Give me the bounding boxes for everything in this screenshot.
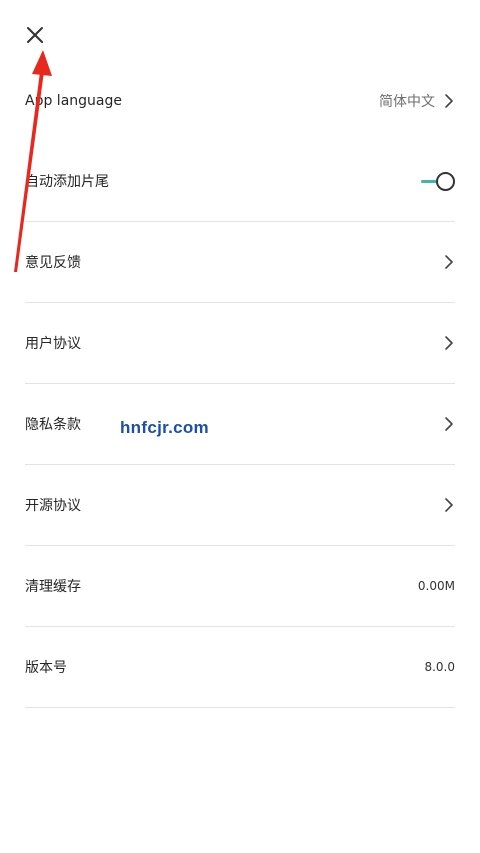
toggle-knob <box>436 172 455 191</box>
clear-cache-row[interactable]: 清理缓存 0.00M <box>25 546 455 627</box>
version-row: 版本号 8.0.0 <box>25 627 455 708</box>
chevron-right-icon <box>445 93 453 108</box>
app-language-row[interactable]: App language 简体中文 <box>25 60 455 141</box>
clear-cache-value: 0.00M <box>417 579 455 593</box>
chevron-right-icon <box>445 417 453 431</box>
clear-cache-label: 清理缓存 <box>25 579 81 595</box>
user-agreement-label: 用户协议 <box>25 336 81 352</box>
privacy-row[interactable]: 隐私条款 <box>25 384 455 465</box>
close-icon <box>27 27 43 43</box>
feedback-label: 意见反馈 <box>25 255 81 271</box>
version-label: 版本号 <box>25 660 67 676</box>
auto-outro-row: 自动添加片尾 <box>25 141 455 222</box>
app-language-label: App language <box>25 92 122 109</box>
feedback-row[interactable]: 意见反馈 <box>25 222 455 303</box>
open-source-label: 开源协议 <box>25 498 81 514</box>
privacy-label: 隐私条款 <box>25 417 81 433</box>
auto-outro-toggle[interactable] <box>421 171 455 191</box>
app-language-right: 简体中文 <box>379 91 455 111</box>
open-source-row[interactable]: 开源协议 <box>25 465 455 546</box>
auto-outro-label: 自动添加片尾 <box>25 174 109 190</box>
chevron-right-icon <box>445 336 453 350</box>
version-value: 8.0.0 <box>424 660 455 674</box>
settings-list: App language 简体中文 自动添加片尾 意见反馈 用户协议 隐私条款 <box>0 60 480 708</box>
chevron-right-icon <box>445 498 453 512</box>
user-agreement-row[interactable]: 用户协议 <box>25 303 455 384</box>
watermark-text: hnfcjr.com <box>120 418 209 437</box>
close-button[interactable] <box>22 22 48 48</box>
chevron-right-icon <box>445 255 453 269</box>
app-language-value: 简体中文 <box>379 93 435 110</box>
